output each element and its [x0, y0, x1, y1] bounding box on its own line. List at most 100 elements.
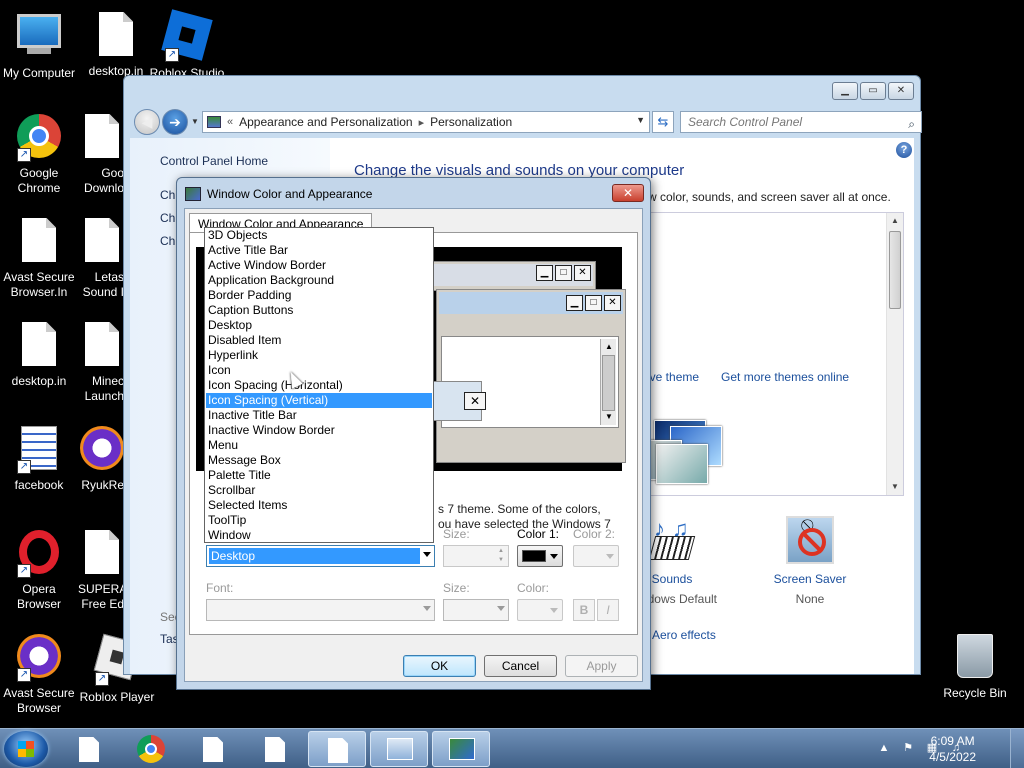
- desktop-icon-desktop-in-2[interactable]: desktop.in: [0, 320, 78, 389]
- font-select[interactable]: [206, 599, 435, 621]
- sidebar-link[interactable]: Ch: [160, 234, 175, 248]
- taskbar: ▲ ⚑ ▦ ♫ 6:09 AM 4/5/2022: [0, 728, 1024, 768]
- taskbar-item-file[interactable]: [60, 731, 118, 767]
- desktop-icon-google-download[interactable]: Goo Downlo: [78, 112, 124, 196]
- desktop-icon-avast-secure-browser[interactable]: ↗ Avast Secure Browser: [0, 632, 78, 716]
- dropdown-option[interactable]: Window: [206, 528, 432, 543]
- desktop-icon-supera[interactable]: SUPERA Free Ed: [78, 528, 124, 612]
- sidebar-link[interactable]: Ch: [160, 188, 175, 202]
- taskbar-item-file[interactable]: [246, 731, 304, 767]
- file-icon: [78, 530, 124, 578]
- file-icon: [265, 737, 285, 762]
- dropdown-option-selected[interactable]: Icon Spacing (Vertical): [206, 393, 432, 408]
- theme-list-scrollbar[interactable]: ▲ ▼: [886, 213, 903, 495]
- minimize-button[interactable]: ▁: [832, 82, 858, 100]
- breadcrumb-root[interactable]: «: [227, 116, 233, 128]
- start-button[interactable]: [4, 731, 48, 767]
- desktop-icon-roblox-studio[interactable]: ↗ Roblox Studio: [148, 9, 226, 81]
- bold-button[interactable]: B: [573, 599, 595, 621]
- dropdown-option[interactable]: Disabled Item: [206, 333, 432, 348]
- action-center-icon[interactable]: ⚑: [900, 741, 916, 755]
- dropdown-option[interactable]: Caption Buttons: [206, 303, 432, 318]
- ok-button[interactable]: OK: [403, 655, 476, 677]
- dropdown-option[interactable]: Active Window Border: [206, 258, 432, 273]
- dropdown-option[interactable]: Inactive Window Border: [206, 423, 432, 438]
- dropdown-option[interactable]: ToolTip: [206, 513, 432, 528]
- desktop-icon-facebook[interactable]: ↗ facebook: [0, 424, 78, 493]
- aero-effects-link[interactable]: Aero effects: [652, 628, 716, 642]
- tray-chevron-icon[interactable]: ▲: [876, 741, 892, 755]
- font-size-select[interactable]: [443, 599, 509, 621]
- dropdown-option[interactable]: Desktop: [206, 318, 432, 333]
- font-color-picker[interactable]: [517, 599, 563, 621]
- scroll-up-icon[interactable]: ▲: [887, 213, 903, 229]
- search-icon[interactable]: ⌕: [908, 114, 915, 134]
- breadcrumb-personalization[interactable]: Personalization: [430, 115, 512, 129]
- forward-button[interactable]: ➔: [162, 109, 188, 135]
- clock[interactable]: 6:09 AM 4/5/2022: [929, 733, 976, 765]
- cancel-button[interactable]: Cancel: [484, 655, 557, 677]
- desktop-icon-avast-browser-in[interactable]: Avast Secure Browser.In: [0, 216, 78, 300]
- dropdown-option[interactable]: Application Background: [206, 273, 432, 288]
- breadcrumb-separator-icon[interactable]: ▸: [419, 116, 425, 129]
- control-panel-home-link[interactable]: Control Panel Home: [160, 154, 268, 168]
- desktop-icon-my-computer[interactable]: My Computer: [0, 10, 78, 81]
- item-dropdown-list[interactable]: 3D Objects Active Title Bar Active Windo…: [204, 227, 434, 543]
- dropdown-option[interactable]: Message Box: [206, 453, 432, 468]
- scroll-thumb[interactable]: [889, 231, 901, 309]
- dropdown-option[interactable]: Scrollbar: [206, 483, 432, 498]
- dropdown-option[interactable]: Icon: [206, 363, 432, 378]
- address-dropdown-icon[interactable]: ▼: [636, 115, 645, 125]
- back-button[interactable]: ◀: [134, 109, 160, 135]
- desktop-icon-opera[interactable]: ↗ Opera Browser: [0, 528, 78, 612]
- dropdown-option[interactable]: Hyperlink: [206, 348, 432, 363]
- taskbar-item-chrome[interactable]: [122, 731, 180, 767]
- desktop-icon-recycle-bin[interactable]: Recycle Bin: [936, 632, 1014, 701]
- item-size-stepper[interactable]: ▲ ▼: [443, 545, 509, 567]
- file-icon: [79, 737, 99, 762]
- show-desktop-button[interactable]: [1010, 729, 1024, 768]
- item-select[interactable]: Desktop: [206, 545, 435, 567]
- italic-button[interactable]: I: [597, 599, 619, 621]
- refresh-button[interactable]: ⇆: [652, 111, 674, 133]
- recent-pages-dropdown[interactable]: ▼: [191, 117, 199, 126]
- maximize-button[interactable]: ▭: [860, 82, 886, 100]
- dropdown-option[interactable]: Active Title Bar: [206, 243, 432, 258]
- color1-swatch: [522, 550, 546, 562]
- screen-saver-item[interactable]: Screen Saver None: [750, 516, 870, 606]
- screen-saver-icon: [786, 516, 834, 564]
- taskbar-item-control-panel[interactable]: [370, 731, 428, 767]
- address-bar[interactable]: « Appearance and Personalization ▸ Perso…: [202, 111, 650, 133]
- desktop-icon-minecraft-launcher[interactable]: Minec Launch: [78, 320, 124, 404]
- desktop-icon-google-chrome[interactable]: ↗ Google Chrome: [0, 112, 78, 196]
- close-button[interactable]: ✕: [888, 82, 914, 100]
- dropdown-option[interactable]: Inactive Title Bar: [206, 408, 432, 423]
- desktop-icon-desktop-in[interactable]: desktop.in: [77, 10, 155, 79]
- scroll-down-icon[interactable]: ▼: [887, 479, 903, 495]
- sidebar-link[interactable]: Ch: [160, 211, 175, 225]
- dropdown-option[interactable]: Menu: [206, 438, 432, 453]
- dropdown-option[interactable]: 3D Objects: [206, 228, 432, 243]
- desktop-icon-letas-sound[interactable]: Letas Sound I: [78, 216, 124, 300]
- dialog-close-button[interactable]: ✕: [612, 184, 644, 202]
- taskbar-item-file-active[interactable]: [308, 731, 366, 767]
- get-more-themes-link[interactable]: Get more themes online: [721, 370, 849, 384]
- chevron-down-icon: [423, 552, 431, 557]
- dropdown-option[interactable]: Selected Items: [206, 498, 432, 513]
- dropdown-option[interactable]: Palette Title: [206, 468, 432, 483]
- dropdown-option[interactable]: Border Padding: [206, 288, 432, 303]
- font-label: Font:: [206, 581, 234, 595]
- search-input[interactable]: Search Control Panel ⌕: [680, 111, 922, 133]
- taskbar-item-window-color[interactable]: [432, 731, 490, 767]
- dialog-titlebar[interactable]: Window Color and Appearance: [185, 184, 372, 204]
- help-icon[interactable]: ?: [896, 142, 912, 158]
- taskbar-item-file[interactable]: [184, 731, 242, 767]
- dropdown-option[interactable]: Icon Spacing (Horizontal): [206, 378, 432, 393]
- breadcrumb-appearance[interactable]: Appearance and Personalization: [239, 115, 412, 129]
- apply-button[interactable]: Apply: [565, 655, 638, 677]
- search-placeholder: Search Control Panel: [688, 115, 803, 129]
- desktop-icon-ryukre[interactable]: RyukRe: [78, 424, 124, 493]
- desktop-icon-label: RyukRe: [81, 478, 124, 492]
- color1-picker[interactable]: [517, 545, 563, 567]
- color2-picker[interactable]: [573, 545, 619, 567]
